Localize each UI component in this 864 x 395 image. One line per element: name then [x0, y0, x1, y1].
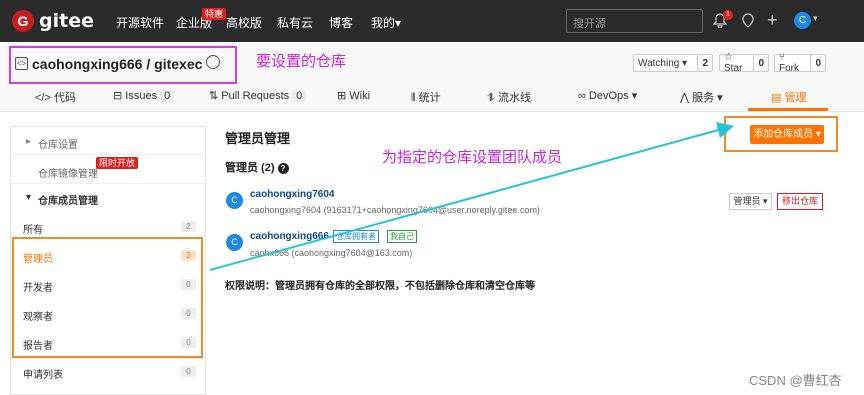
annotation-arrow — [209, 122, 734, 271]
watermark: CSDN @曹红杏 — [749, 373, 842, 388]
